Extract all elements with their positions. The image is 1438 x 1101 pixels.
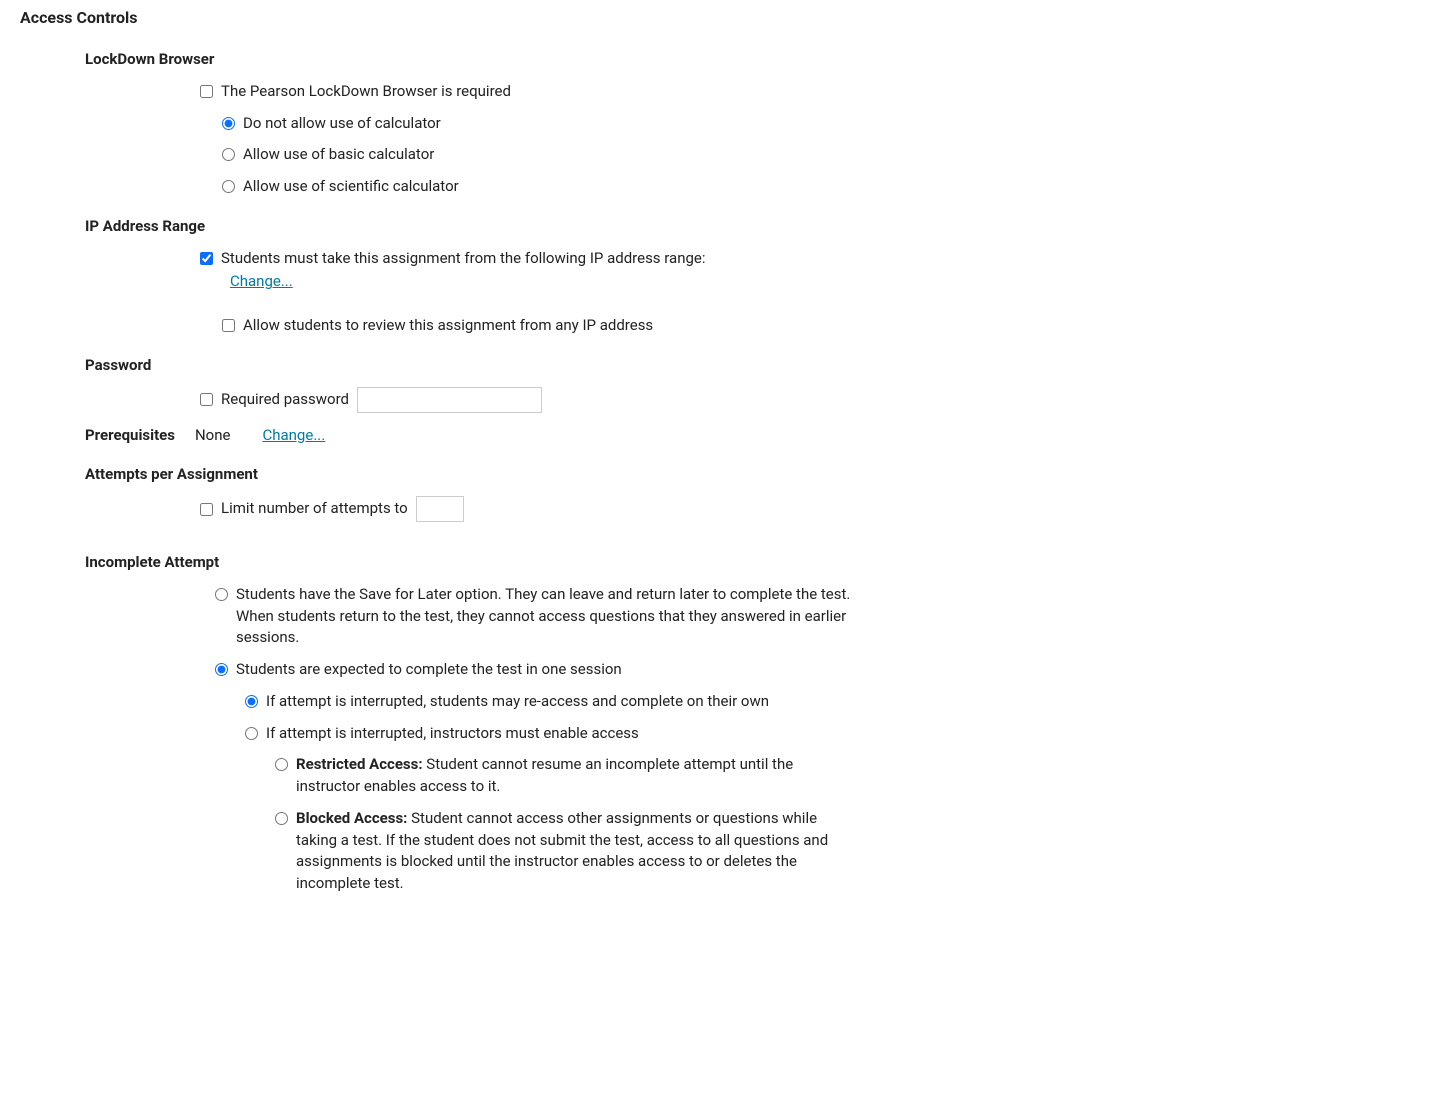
restricted-access-radio[interactable] [275,758,288,771]
restricted-access-label: Restricted Access: Student cannot resume… [296,754,856,798]
ip-change-link[interactable]: Change... [230,272,293,290]
attempts-limit-input[interactable] [416,496,464,522]
attempts-limit-label: Limit number of attempts to [221,498,408,520]
interrupted-reaccess-radio[interactable] [245,695,258,708]
calc-basic-radio[interactable] [222,148,235,161]
incomplete-one-session-radio[interactable] [215,663,228,676]
page-title: Access Controls [20,6,1418,29]
prereq-heading: Prerequisites [85,425,175,447]
lockdown-required-label: The Pearson LockDown Browser is required [221,81,1418,103]
incomplete-heading: Incomplete Attempt [85,552,1418,574]
ip-heading: IP Address Range [85,216,1418,238]
interrupted-instructor-radio[interactable] [245,727,258,740]
prereq-none-label: None [195,425,231,447]
blocked-access-radio[interactable] [275,812,288,825]
ip-required-checkbox[interactable] [200,252,213,265]
lockdown-required-checkbox[interactable] [200,85,213,98]
calc-sci-radio[interactable] [222,180,235,193]
lockdown-heading: LockDown Browser [85,49,1418,71]
calc-basic-label: Allow use of basic calculator [243,144,1418,166]
attempts-limit-checkbox[interactable] [200,503,213,516]
calc-none-label: Do not allow use of calculator [243,113,1418,135]
ip-allow-review-checkbox[interactable] [222,319,235,332]
incomplete-one-session-label: Students are expected to complete the te… [236,659,1418,681]
password-required-checkbox[interactable] [200,393,213,406]
password-required-label: Required password [221,389,349,411]
calc-sci-label: Allow use of scientific calculator [243,176,1418,198]
incomplete-save-label: Students have the Save for Later option.… [236,584,856,649]
interrupted-reaccess-label: If attempt is interrupted, students may … [266,691,1418,713]
password-heading: Password [85,355,1418,377]
attempts-heading: Attempts per Assignment [85,464,1418,486]
ip-allow-review-label: Allow students to review this assignment… [243,315,1418,337]
blocked-access-label: Blocked Access: Student cannot access ot… [296,808,856,895]
password-input[interactable] [357,387,542,413]
incomplete-save-radio[interactable] [215,588,228,601]
prereq-change-link[interactable]: Change... [262,425,325,447]
interrupted-instructor-label: If attempt is interrupted, instructors m… [266,723,1418,745]
ip-required-label: Students must take this assignment from … [221,248,1418,270]
calc-none-radio[interactable] [222,117,235,130]
